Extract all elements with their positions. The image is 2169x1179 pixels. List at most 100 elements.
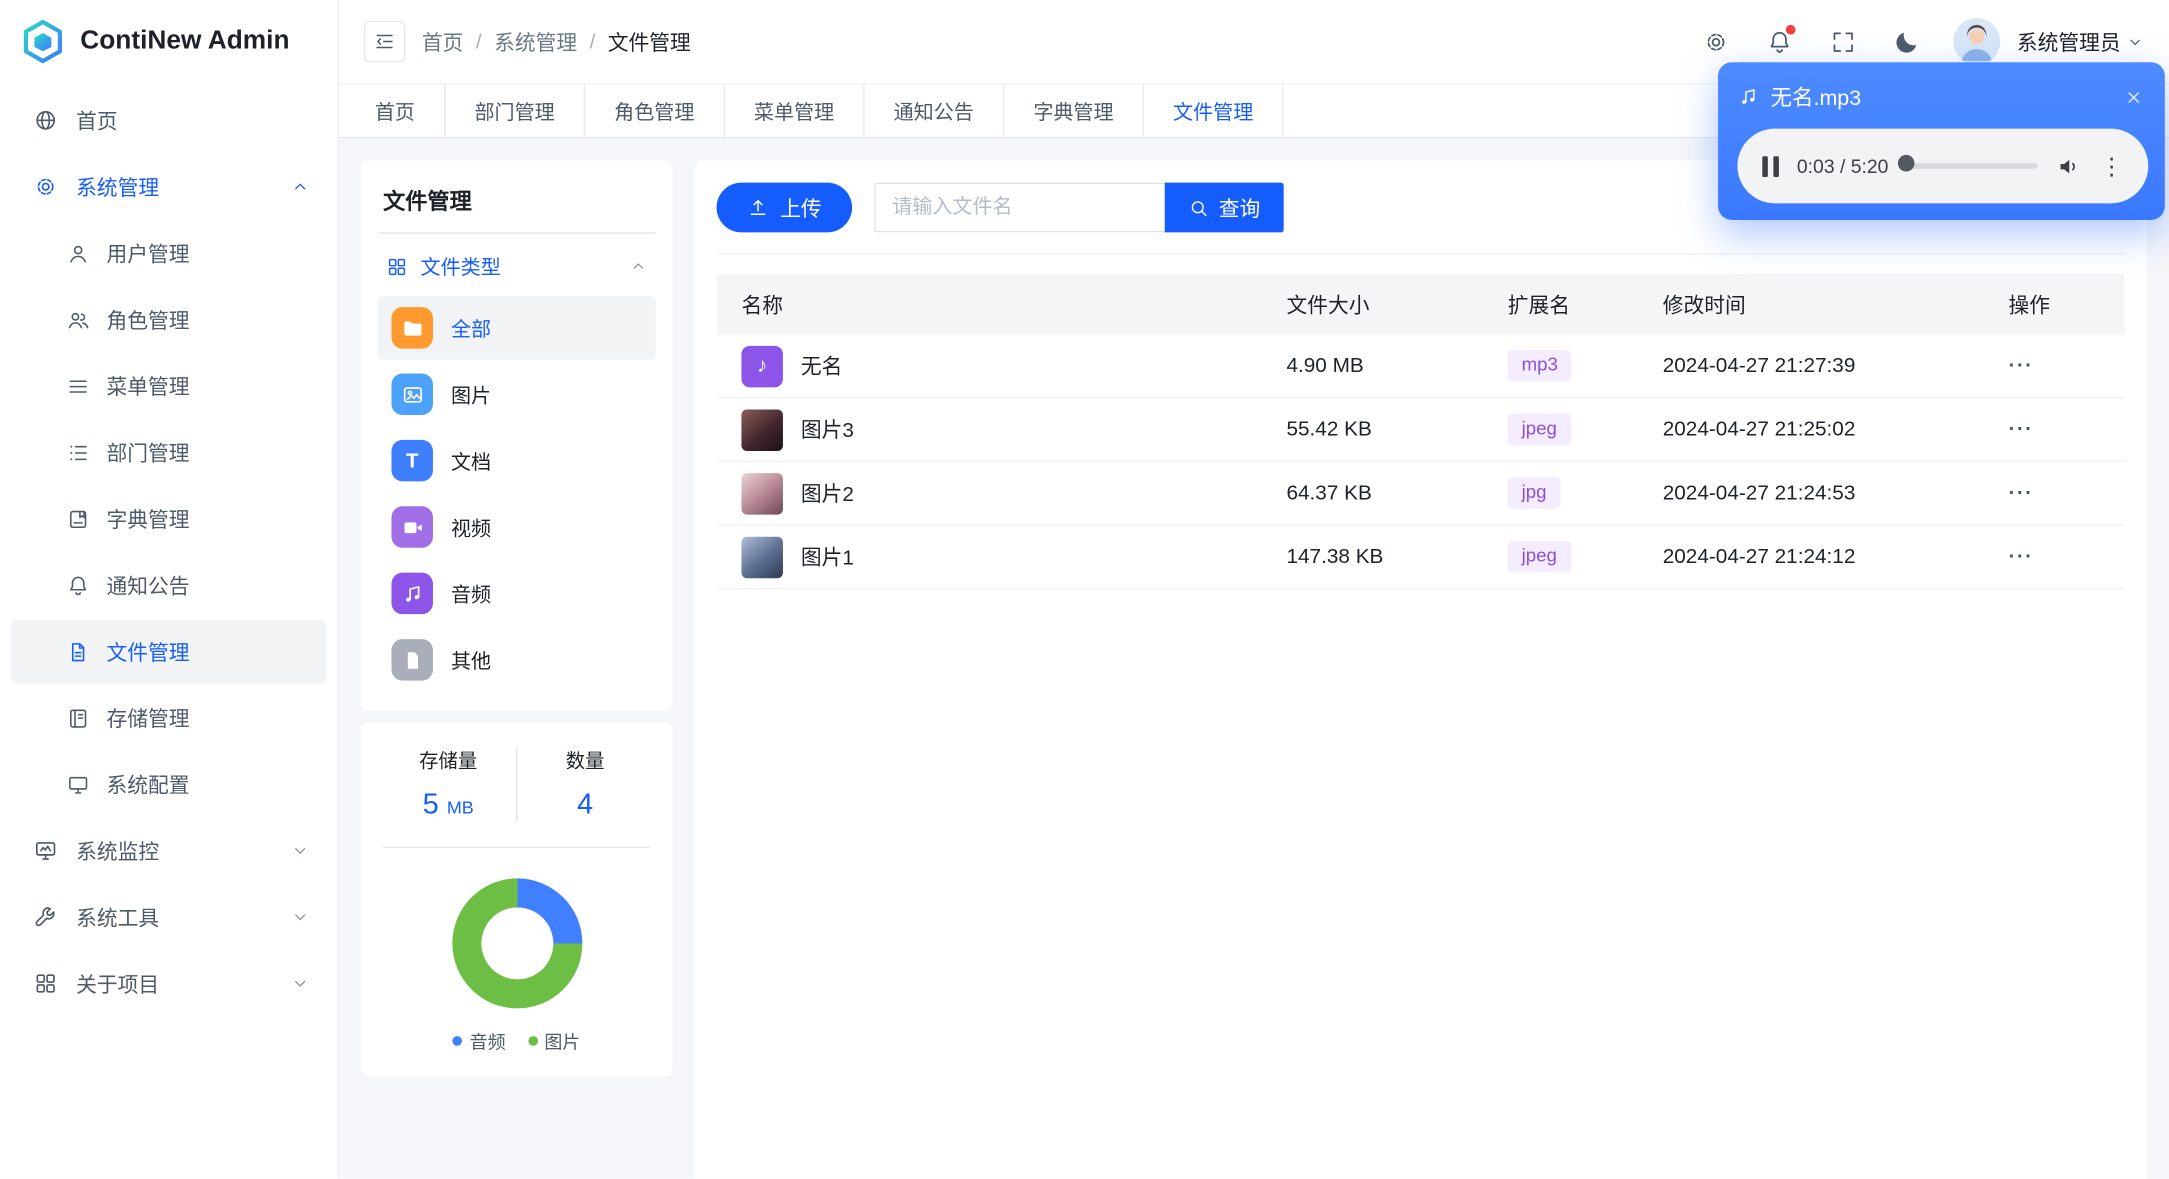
table-row[interactable]: 图片2 64.37 KB jpg 2024-04-27 21:24:53 ··· xyxy=(716,462,2125,526)
user-name: 系统管理员 xyxy=(2016,31,2121,55)
row-actions-button[interactable]: ··· xyxy=(2009,545,2034,569)
sidebar-collapse-button[interactable] xyxy=(363,20,406,63)
avatar[interactable] xyxy=(1953,17,2001,66)
file-size: 64.37 KB xyxy=(1286,481,1372,505)
file-list-card: 上传 查询 名称 文件大小 扩展名 修改时 xyxy=(694,160,2147,1179)
audio-time: 0:03 / 5:20 xyxy=(1796,154,1889,178)
tab-item[interactable]: 通知公告 xyxy=(865,84,1005,137)
sidebar-item-role-mgmt[interactable]: 角色管理 xyxy=(11,288,326,352)
stat-count: 数量 4 xyxy=(515,746,653,822)
settings-button[interactable] xyxy=(1693,18,1740,65)
file-size: 4.90 MB xyxy=(1286,354,1364,378)
search-input[interactable] xyxy=(874,182,1165,233)
users-icon xyxy=(66,308,90,332)
volume-button[interactable] xyxy=(2056,153,2082,179)
file-type-video[interactable]: 视频 xyxy=(378,495,656,559)
row-actions-button[interactable]: ··· xyxy=(2009,418,2034,442)
tab-item[interactable]: 角色管理 xyxy=(585,84,725,137)
sidebar-group-system-monitor[interactable]: 系统监控 xyxy=(11,819,326,883)
breadcrumb-home[interactable]: 首页 xyxy=(422,27,464,56)
audio-seek-slider[interactable] xyxy=(1906,163,2038,169)
file-name: 图片2 xyxy=(800,482,854,507)
breadcrumb-current: 文件管理 xyxy=(607,31,691,55)
app-title: ContiNew Admin xyxy=(80,26,290,56)
storage-donut xyxy=(451,878,582,1009)
file-type-all[interactable]: 全部 xyxy=(377,296,656,360)
image-thumbnail xyxy=(741,536,783,578)
tab-item[interactable]: 字典管理 xyxy=(1004,84,1144,137)
ext-badge: mp3 xyxy=(1507,350,1572,382)
breadcrumb-system[interactable]: 系统管理 xyxy=(494,27,577,56)
sidebar-nav: 首页 系统管理 用户管理 角色管理 菜单管理 部门管理 字典管理 通知公告 文件… xyxy=(0,83,338,1018)
upload-button[interactable]: 上传 xyxy=(716,182,853,233)
dictionary-icon xyxy=(66,507,90,531)
file-time: 2024-04-27 21:24:12 xyxy=(1662,545,1856,569)
file-time: 2024-04-27 21:25:02 xyxy=(1662,417,1856,442)
image-thumbnail xyxy=(741,472,783,514)
gear-icon xyxy=(33,174,58,199)
chevron-down-icon xyxy=(2126,33,2144,51)
notifications-button[interactable] xyxy=(1757,18,1804,65)
tab-item[interactable]: 菜单管理 xyxy=(725,84,865,137)
sidebar-group-system-management[interactable]: 系统管理 xyxy=(11,155,326,219)
image-icon xyxy=(391,373,433,415)
stat-storage: 存储量 5 MB xyxy=(419,749,478,821)
speaker-icon xyxy=(2056,153,2082,179)
close-button[interactable] xyxy=(2118,82,2148,112)
row-actions-button[interactable]: ··· xyxy=(2009,354,2034,378)
file-type-document[interactable]: T 文档 xyxy=(378,429,656,493)
file-name: 无名 xyxy=(800,355,843,380)
tab-item-active[interactable]: 文件管理 xyxy=(1144,84,1284,137)
legend-image: 图片 xyxy=(527,1028,580,1054)
file-type-other[interactable]: 其他 xyxy=(378,628,656,692)
fullscreen-icon xyxy=(1831,28,1857,54)
row-actions-button[interactable]: ··· xyxy=(2009,481,2034,505)
sidebar-item-dict-mgmt[interactable]: 字典管理 xyxy=(11,487,326,551)
audio-file-icon: ♪ xyxy=(741,345,783,387)
sidebar-item-file-mgmt[interactable]: 文件管理 xyxy=(11,619,327,684)
sidebar-item-dept-mgmt[interactable]: 部门管理 xyxy=(11,421,326,485)
file-type-group-header[interactable]: 文件类型 xyxy=(378,234,656,296)
col-size: 文件大小 xyxy=(1286,293,1370,318)
tree-list-icon xyxy=(66,441,90,465)
document-icon: T xyxy=(391,439,433,482)
desktop-icon xyxy=(66,773,90,797)
sidebar-item-storage-mgmt[interactable]: 存储管理 xyxy=(11,686,326,750)
table-row[interactable]: 图片3 55.42 KB jpeg 2024-04-27 21:25:02 ··… xyxy=(716,398,2125,463)
video-icon xyxy=(391,506,433,548)
sidebar-item-system-config[interactable]: 系统配置 xyxy=(11,753,326,817)
sidebar-item-home[interactable]: 首页 xyxy=(11,89,326,153)
monitor-icon xyxy=(33,838,58,863)
sidebar-item-user-mgmt[interactable]: 用户管理 xyxy=(11,221,326,285)
panel-title: 文件管理 xyxy=(377,180,656,234)
divider xyxy=(383,846,651,848)
dark-mode-button[interactable] xyxy=(1884,18,1931,65)
audio-player-header: 无名.mp3 xyxy=(1737,76,2148,117)
app-logo-icon xyxy=(23,19,62,64)
stats-row: 存储量 5 MB 数量 4 xyxy=(380,746,653,822)
sidebar-group-system-tools[interactable]: 系统工具 xyxy=(11,885,326,949)
sidebar-item-menu-mgmt[interactable]: 菜单管理 xyxy=(11,354,326,418)
logo-row[interactable]: ContiNew Admin xyxy=(0,0,338,83)
notification-dot xyxy=(1785,24,1796,35)
file-type-audio[interactable]: 音频 xyxy=(378,562,656,626)
tab-item[interactable]: 首页 xyxy=(344,84,446,137)
sidebar-group-about-project[interactable]: 关于项目 xyxy=(11,952,326,1016)
sidebar: ContiNew Admin 首页 系统管理 用户管理 角色管理 菜单管理 部门… xyxy=(0,0,339,1179)
user-menu[interactable]: 系统管理员 xyxy=(2017,27,2144,56)
file-type-image[interactable]: 图片 xyxy=(378,362,656,426)
table-row[interactable]: ♪ 无名 4.90 MB mp3 2024-04-27 21:27:39 ··· xyxy=(716,335,2125,399)
file-icon xyxy=(66,640,90,664)
file-time: 2024-04-27 21:24:53 xyxy=(1662,481,1856,505)
tab-item[interactable]: 部门管理 xyxy=(445,84,586,137)
sidebar-item-notice[interactable]: 通知公告 xyxy=(11,553,326,617)
fullscreen-button[interactable] xyxy=(1820,18,1867,65)
storage-icon xyxy=(66,706,90,730)
query-button[interactable]: 查询 xyxy=(1164,182,1284,233)
audio-player: 无名.mp3 0:03 / 5:20 ⋮ xyxy=(1718,62,2165,220)
breadcrumb: 首页 / 系统管理 / 文件管理 xyxy=(422,27,691,56)
bell-icon xyxy=(66,573,90,597)
kebab-menu-button[interactable]: ⋮ xyxy=(2100,154,2124,178)
table-row[interactable]: 图片1 147.38 KB jpeg 2024-04-27 21:24:12 ·… xyxy=(716,526,2125,590)
pause-button[interactable] xyxy=(1762,155,1779,177)
